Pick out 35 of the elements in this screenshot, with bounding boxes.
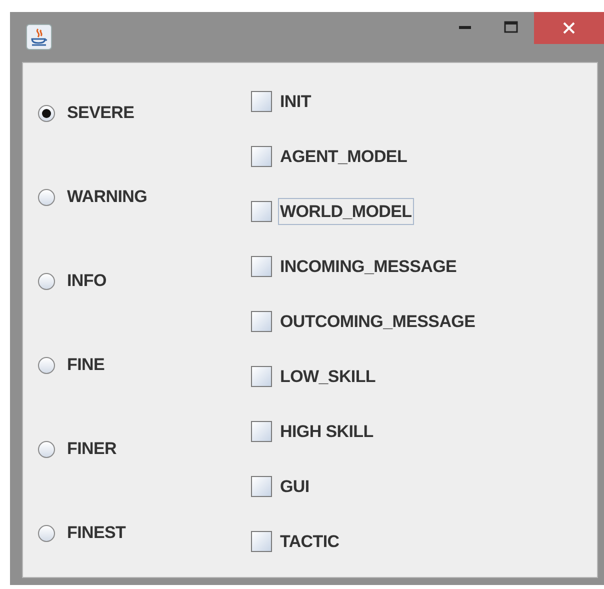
checkbox-label: INIT [279, 90, 312, 113]
radio-button[interactable] [38, 272, 55, 290]
radio-button[interactable] [38, 524, 55, 542]
java-cup-icon [26, 24, 52, 50]
radio-button[interactable] [38, 188, 55, 206]
checkbox-label: AGENT_MODEL [279, 146, 408, 168]
radio-button[interactable] [38, 440, 55, 458]
checkbox[interactable] [251, 311, 272, 332]
radio-button[interactable] [38, 104, 55, 122]
checkbox[interactable] [251, 531, 272, 552]
close-icon [563, 22, 575, 34]
checkbox-label: LOW_SKILL [279, 366, 377, 388]
checkbox-label: INCOMING_MESSAGE [279, 256, 458, 278]
checkbox[interactable] [251, 91, 272, 112]
checkbox[interactable] [251, 476, 272, 497]
radio-label: SEVERE [67, 102, 134, 124]
checkbox-label: WORLD_MODEL [278, 198, 414, 226]
checkbox-label: GUI [279, 476, 310, 498]
close-button[interactable] [534, 12, 604, 44]
checkbox[interactable] [251, 421, 272, 442]
radio-label: FINER [67, 438, 117, 460]
checkbox[interactable] [251, 366, 272, 387]
checkbox[interactable] [251, 201, 272, 222]
radio-label: FINEST [67, 522, 126, 544]
checkbox-label: HIGH SKILL [279, 420, 374, 443]
minimize-icon [459, 25, 471, 29]
maximize-icon [504, 21, 518, 33]
checkbox[interactable] [251, 146, 272, 167]
radio-label: WARNING [67, 186, 148, 208]
radio-label: INFO [67, 270, 106, 292]
checkbox-label: TACTIC [279, 530, 340, 553]
checkbox[interactable] [251, 256, 272, 277]
radio-label: FINE [67, 354, 105, 376]
radio-button[interactable] [38, 356, 55, 374]
checkbox-label: OUTCOMING_MESSAGE [279, 310, 476, 333]
